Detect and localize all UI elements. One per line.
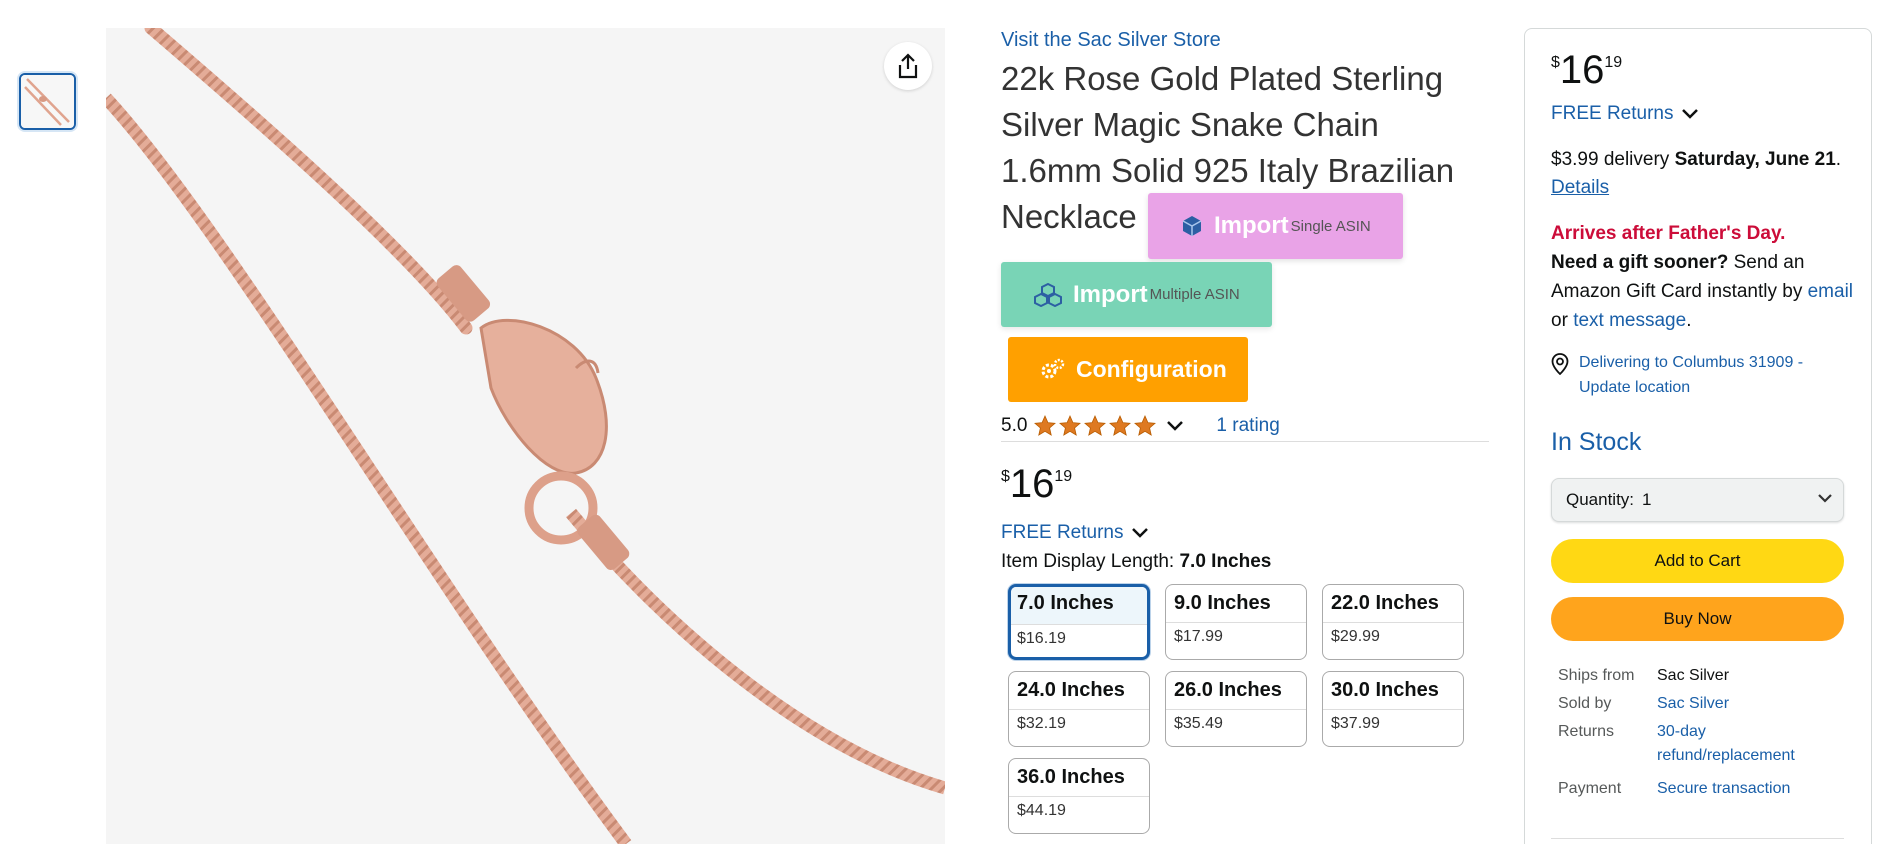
import-single-sub: Single ASIN xyxy=(1290,217,1371,235)
gift-end: . xyxy=(1686,310,1692,331)
length-option[interactable]: 22.0 Inches $29.99 xyxy=(1322,584,1464,660)
quantity-select[interactable]: Quantity: 1 xyxy=(1551,478,1844,522)
info-label: Sold by xyxy=(1558,695,1612,712)
info-label: Returns xyxy=(1558,723,1615,740)
length-option-price: $44.19 xyxy=(1017,802,1066,819)
main-product-image[interactable] xyxy=(106,28,945,844)
length-option-price: $32.19 xyxy=(1017,715,1066,732)
length-option[interactable]: 7.0 Inches $16.19 xyxy=(1008,584,1150,660)
length-option-price: $29.99 xyxy=(1331,628,1380,645)
length-label: Item Display Length: 7.0 Inches xyxy=(1001,551,1271,573)
info-value: Sac Silver xyxy=(1657,667,1730,684)
gift-or: or xyxy=(1551,310,1574,331)
delivery-info: $3.99 delivery Saturday, June 21. Detail… xyxy=(1551,146,1851,202)
length-option-name: 26.0 Inches xyxy=(1166,672,1306,710)
length-option-name: 36.0 Inches xyxy=(1009,759,1149,797)
gift-text-message-link[interactable]: text message xyxy=(1573,310,1686,331)
share-icon xyxy=(898,53,918,79)
length-label-text: Item Display Length: xyxy=(1001,551,1180,572)
location-pin-icon xyxy=(1551,353,1569,375)
info-label: Payment xyxy=(1558,780,1622,797)
star-icon xyxy=(1034,415,1057,436)
price-whole: 16 xyxy=(1009,462,1055,506)
length-option[interactable]: 26.0 Inches $35.49 xyxy=(1165,671,1307,747)
length-option[interactable]: 9.0 Inches $17.99 xyxy=(1165,584,1307,660)
stock-status: In Stock xyxy=(1551,428,1642,456)
delivery-prefix: $3.99 delivery xyxy=(1551,149,1675,170)
price-fraction: 19 xyxy=(1604,54,1623,71)
length-option[interactable]: 24.0 Inches $32.19 xyxy=(1008,671,1150,747)
length-option-name: 24.0 Inches xyxy=(1009,672,1149,710)
chevron-down-icon xyxy=(1818,494,1832,503)
info-value[interactable]: Sac Silver xyxy=(1657,692,1847,716)
length-option[interactable]: 30.0 Inches $37.99 xyxy=(1322,671,1464,747)
price-symbol: $ xyxy=(1001,468,1010,485)
configuration-label: Configuration xyxy=(1076,356,1227,382)
free-returns-link[interactable]: FREE Returns xyxy=(1001,522,1149,544)
price-fraction: 19 xyxy=(1054,468,1073,485)
rating-row: 5.0 1 rating xyxy=(1001,413,1489,439)
buybox-free-returns-link[interactable]: FREE Returns xyxy=(1551,103,1699,125)
thumbnail-image xyxy=(21,75,74,128)
rating-count-link[interactable]: 1 rating xyxy=(1216,415,1279,437)
rating-dropdown[interactable] xyxy=(1166,420,1184,432)
cube-icon xyxy=(1182,216,1202,236)
delivery-location[interactable]: Delivering to Columbus 31909 - Update lo… xyxy=(1551,350,1851,400)
star-rating[interactable] xyxy=(1033,414,1158,438)
star-icon xyxy=(1134,415,1157,436)
location-text: Delivering to Columbus 31909 - Update lo… xyxy=(1579,354,1804,396)
info-value[interactable]: 30-day refund/replacement xyxy=(1657,720,1847,768)
quantity-value: 1 xyxy=(1642,490,1652,509)
price-symbol: $ xyxy=(1551,54,1560,71)
rating-value: 5.0 xyxy=(1001,415,1028,436)
product-price: $ 16 19 xyxy=(1001,462,1072,506)
configuration-button[interactable]: Configuration xyxy=(1008,337,1248,402)
length-option[interactable]: 36.0 Inches $44.19 xyxy=(1008,758,1150,834)
divider xyxy=(1001,441,1489,442)
free-returns-label: FREE Returns xyxy=(1551,103,1674,124)
chevron-down-icon xyxy=(1167,421,1184,431)
length-option-name: 9.0 Inches xyxy=(1166,585,1306,623)
store-link[interactable]: Visit the Sac Silver Store xyxy=(1001,29,1221,52)
divider xyxy=(1551,838,1844,839)
length-option-price: $16.19 xyxy=(1017,630,1066,647)
snake-chain-image xyxy=(106,28,945,844)
star-icon xyxy=(1059,415,1082,436)
free-returns-label: FREE Returns xyxy=(1001,522,1124,543)
info-value[interactable]: Secure transaction xyxy=(1657,777,1847,801)
gift-email-link[interactable]: email xyxy=(1808,281,1853,302)
buybox-price: $ 16 19 xyxy=(1551,48,1622,92)
details-link[interactable]: Details xyxy=(1551,177,1609,198)
chevron-down-icon xyxy=(1132,528,1149,538)
length-option-name: 30.0 Inches xyxy=(1323,672,1463,710)
length-option-price: $35.49 xyxy=(1174,715,1223,732)
gift-alert: Arrives after Father's Day. xyxy=(1551,223,1786,244)
buy-now-button[interactable]: Buy Now xyxy=(1551,597,1844,641)
import-single-label: Import xyxy=(1214,212,1289,239)
import-multiple-sub: Multiple ASIN xyxy=(1149,286,1240,303)
star-icon xyxy=(1109,415,1132,436)
length-option-name: 7.0 Inches xyxy=(1011,587,1147,625)
delivery-date: Saturday, June 21 xyxy=(1674,149,1836,170)
cubes-icon xyxy=(1034,282,1062,307)
length-option-name: 22.0 Inches xyxy=(1323,585,1463,623)
product-thumbnail[interactable] xyxy=(19,73,76,130)
quantity-label: Quantity: xyxy=(1566,490,1635,509)
gift-question: Need a gift sooner? xyxy=(1551,252,1729,273)
import-single-asin-button[interactable]: Import Single ASIN xyxy=(1148,193,1403,259)
gears-icon xyxy=(1041,358,1065,378)
gift-notice: Arrives after Father's Day. Need a gift … xyxy=(1551,219,1861,335)
info-label: Ships from xyxy=(1558,667,1635,684)
chevron-down-icon xyxy=(1682,109,1699,119)
import-multiple-label: Import xyxy=(1073,280,1148,308)
share-button[interactable] xyxy=(884,42,932,90)
price-whole: 16 xyxy=(1559,48,1605,92)
length-label-value: 7.0 Inches xyxy=(1179,551,1272,572)
add-to-cart-button[interactable]: Add to Cart xyxy=(1551,539,1844,583)
star-icon xyxy=(1084,415,1107,436)
delivery-sep: . xyxy=(1835,149,1842,170)
import-multiple-asin-button[interactable]: Import Multiple ASIN xyxy=(1001,262,1272,327)
length-option-price: $37.99 xyxy=(1331,715,1380,732)
length-option-price: $17.99 xyxy=(1174,628,1223,645)
